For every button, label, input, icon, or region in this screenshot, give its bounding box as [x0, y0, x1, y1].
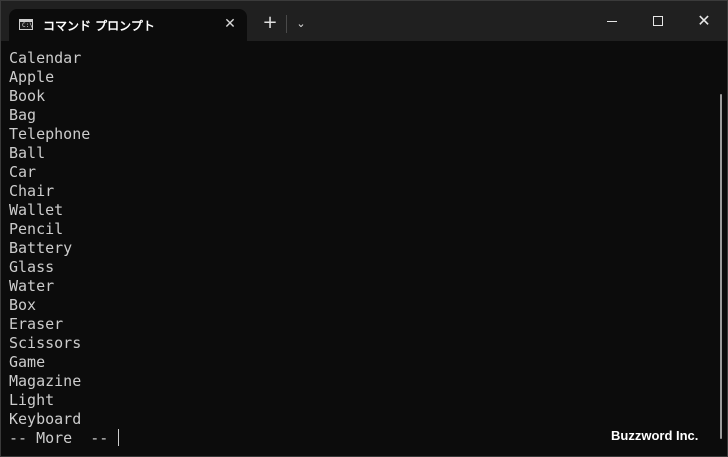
console-icon: C:\	[19, 19, 33, 30]
maximize-button[interactable]	[635, 1, 681, 41]
chevron-down-icon[interactable]: ⌄	[292, 15, 310, 33]
tab-command-prompt[interactable]: C:\ コマンド プロンプト ✕	[9, 9, 247, 41]
text-cursor	[118, 429, 120, 446]
console-line: Book	[9, 87, 46, 105]
console-line: Calendar	[9, 49, 82, 67]
console-line: Chair	[9, 182, 55, 200]
console-line: Battery	[9, 239, 73, 257]
maximize-icon	[653, 16, 663, 26]
console-line: Light	[9, 391, 55, 409]
console-line: Game	[9, 353, 46, 371]
console-line: Water	[9, 277, 55, 295]
watermark: Buzzword Inc.	[611, 428, 699, 443]
tab-divider	[286, 15, 287, 33]
console-output[interactable]: Calendar Apple Book Bag Telephone Ball C…	[9, 49, 709, 449]
console-line: Keyboard	[9, 410, 82, 428]
console-line: Eraser	[9, 315, 64, 333]
terminal-window: C:\ コマンド プロンプト ✕ + ⌄ ✕ Calendar Apple Bo…	[0, 0, 728, 457]
close-window-button[interactable]: ✕	[681, 1, 727, 41]
title-bar[interactable]: C:\ コマンド プロンプト ✕ + ⌄ ✕	[1, 1, 727, 41]
console-line: Wallet	[9, 201, 64, 219]
console-line: Magazine	[9, 372, 82, 390]
console-icon-label: C:\	[22, 22, 33, 29]
tab-close-icon[interactable]: ✕	[221, 15, 239, 33]
console-line: Ball	[9, 144, 46, 162]
console-line: Glass	[9, 258, 55, 276]
vertical-scrollbar[interactable]	[720, 94, 722, 439]
more-prompt-line: -- More --	[9, 429, 709, 448]
console-line: Box	[9, 296, 37, 314]
new-tab-button[interactable]: +	[261, 14, 279, 32]
console-line: Car	[9, 163, 37, 181]
console-line: Apple	[9, 68, 55, 86]
console-line: Scissors	[9, 334, 82, 352]
console-line: Bag	[9, 106, 37, 124]
console-line: Pencil	[9, 220, 64, 238]
console-line: Telephone	[9, 125, 91, 143]
tab-title: コマンド プロンプト	[43, 19, 155, 33]
minimize-button[interactable]	[589, 1, 635, 41]
more-prompt: -- More --	[9, 429, 118, 447]
minimize-icon	[607, 21, 617, 22]
